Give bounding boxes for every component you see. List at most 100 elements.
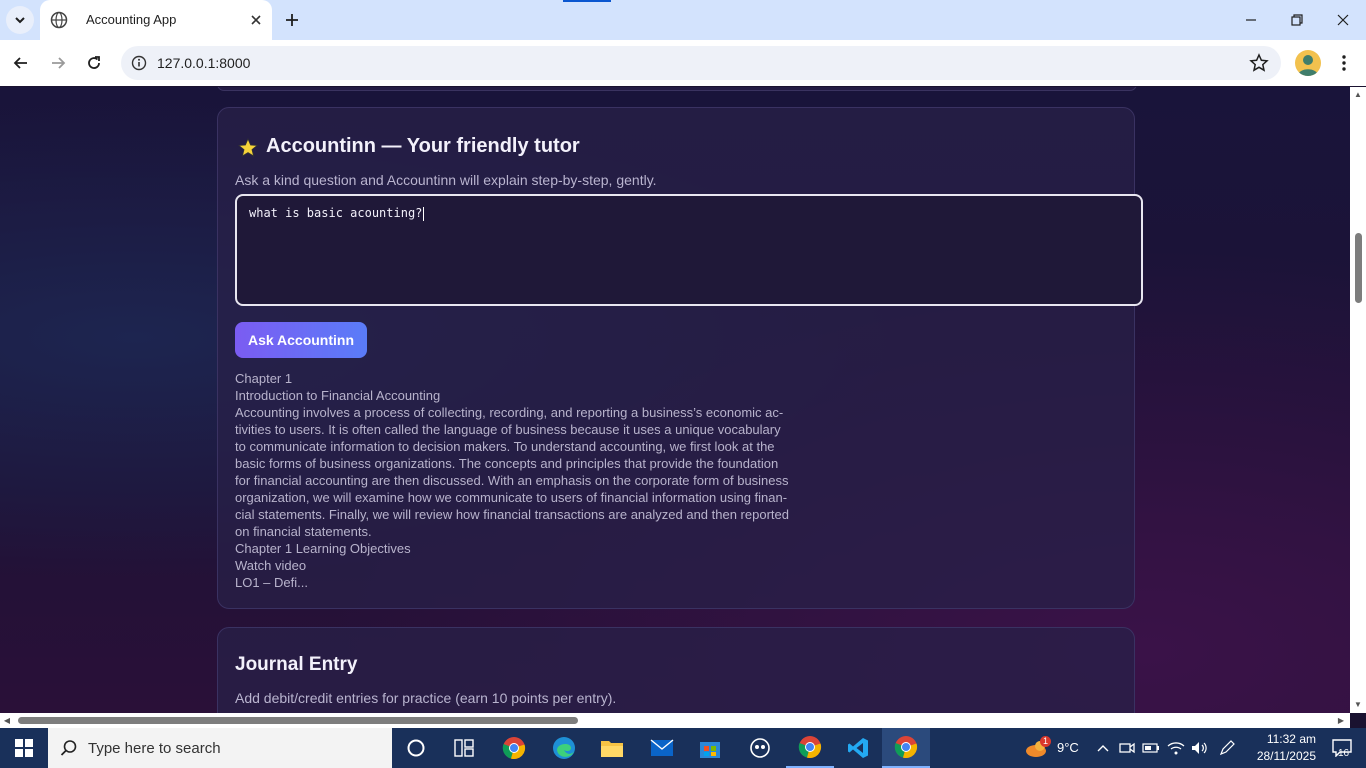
answer-line: Chapter 1 — [235, 371, 293, 386]
wifi-icon — [1167, 742, 1185, 755]
profile-avatar[interactable] — [1295, 50, 1321, 76]
browser-menu-button[interactable] — [1334, 48, 1354, 78]
more-vertical-icon — [1342, 55, 1346, 71]
url-text[interactable]: 127.0.0.1:8000 — [157, 55, 250, 71]
minimize-button[interactable] — [1228, 0, 1274, 40]
weather-badge: 1 — [1040, 736, 1051, 747]
star-icon[interactable] — [1249, 53, 1269, 73]
back-button[interactable] — [6, 48, 36, 78]
weather-widget[interactable] — [1018, 728, 1054, 768]
forward-button[interactable] — [43, 48, 73, 78]
journal-title: Journal Entry — [235, 654, 358, 675]
cortana-button[interactable] — [392, 728, 440, 768]
browser-tab[interactable]: Accounting App — [40, 0, 272, 40]
horizontal-scroll-thumb[interactable] — [18, 717, 578, 724]
search-placeholder: Type here to search — [88, 740, 221, 757]
answer-line: Watch video — [235, 558, 307, 573]
horizontal-scrollbar[interactable]: ◀ ▶ — [0, 713, 1350, 728]
tab-bar: Accounting App — [0, 0, 1366, 40]
chrome-icon — [894, 736, 918, 759]
notifications-button[interactable]: 16 — [1318, 728, 1366, 768]
taskbar-mail[interactable] — [638, 728, 686, 768]
chevron-down-icon — [15, 17, 25, 24]
taskbar-chrome-active[interactable] — [882, 728, 930, 768]
pen-icon — [1219, 740, 1235, 756]
minimize-icon — [1246, 19, 1256, 21]
answer-line: on financial statements. — [235, 524, 372, 539]
address-bar[interactable]: 127.0.0.1:8000 — [121, 46, 1281, 80]
clock-date: 28/11/2025 — [1256, 749, 1316, 763]
answer-line: organization, we will examine how we com… — [235, 490, 788, 505]
plus-icon — [286, 14, 298, 26]
meet-now-button[interactable] — [1116, 728, 1138, 768]
globe-icon — [50, 11, 68, 29]
taskbar-edge[interactable] — [540, 728, 588, 768]
volume-button[interactable] — [1188, 728, 1212, 768]
question-textarea[interactable]: what is basic acounting? — [235, 194, 1143, 306]
taskbar-search-box[interactable]: Type here to search — [48, 728, 392, 768]
answer-line: basic forms of business organizations. T… — [235, 456, 779, 471]
chrome-icon — [798, 736, 822, 759]
scroll-left-arrow-icon[interactable]: ◀ — [2, 715, 12, 725]
close-icon — [251, 15, 261, 25]
search-icon — [60, 740, 77, 756]
close-icon — [1337, 14, 1349, 26]
taskbar-app[interactable] — [736, 728, 784, 768]
taskbar-store[interactable] — [686, 728, 734, 768]
answer-text: Chapter 1 Introduction to Financial Acco… — [235, 370, 795, 591]
scroll-down-arrow-icon[interactable]: ▼ — [1353, 699, 1363, 709]
journal-entry-card: Journal Entry Add debit/credit entries f… — [217, 627, 1135, 713]
question-text: what is basic acounting? — [249, 206, 423, 220]
vscode-icon — [848, 738, 868, 758]
battery-button[interactable] — [1140, 728, 1162, 768]
ask-button[interactable]: Ask Accountinn — [235, 322, 367, 358]
folder-icon — [601, 741, 623, 757]
answer-line: Accounting involves a process of collect… — [235, 405, 784, 420]
answer-line: Introduction to Financial Accounting — [235, 388, 441, 403]
star-icon — [238, 138, 258, 157]
restore-button[interactable] — [1274, 0, 1320, 40]
store-icon — [700, 742, 720, 758]
answer-line: Chapter 1 Learning Objectives — [235, 541, 411, 556]
notification-count: 16 — [1338, 748, 1350, 759]
arrow-right-icon — [52, 57, 66, 69]
show-hidden-icons-button[interactable] — [1092, 728, 1114, 768]
chrome-icon — [502, 737, 526, 760]
windows-taskbar: Type here to search 1 9°C 11:32 am 28/11… — [0, 728, 1366, 768]
start-button[interactable] — [0, 728, 48, 768]
vertical-scrollbar[interactable]: ▲ ▼ — [1350, 87, 1366, 713]
taskbar-chrome[interactable] — [490, 728, 538, 768]
close-tab-button[interactable] — [246, 10, 266, 30]
vertical-scroll-thumb[interactable] — [1355, 233, 1362, 303]
pen-workspace-button[interactable] — [1214, 728, 1240, 768]
cortana-icon — [407, 739, 425, 757]
tutor-title: Accountinn — Your friendly tutor — [266, 135, 580, 157]
taskbar-chrome-profile[interactable] — [786, 728, 834, 768]
tutor-subtitle: Ask a kind question and Accountinn will … — [235, 172, 657, 188]
new-tab-button[interactable] — [280, 8, 304, 32]
tab-title: Accounting App — [86, 12, 177, 27]
text-cursor — [423, 206, 425, 221]
page-viewport: Accountinn — Your friendly tutor Ask a k… — [0, 87, 1350, 713]
drag-indicator — [563, 0, 611, 2]
network-button[interactable] — [1164, 728, 1188, 768]
task-view-button[interactable] — [440, 728, 488, 768]
site-info-icon[interactable] — [129, 53, 149, 73]
previous-card-edge — [217, 87, 1137, 91]
temperature: 9°C — [1057, 740, 1079, 755]
scroll-right-arrow-icon[interactable]: ▶ — [1336, 715, 1346, 725]
mail-icon — [650, 739, 674, 756]
chevron-up-icon — [1097, 745, 1109, 752]
tutor-card: Accountinn — Your friendly tutor Ask a k… — [217, 107, 1143, 609]
taskbar-vscode[interactable] — [834, 728, 882, 768]
volume-icon — [1192, 742, 1207, 754]
reload-button[interactable] — [79, 48, 109, 78]
close-window-button[interactable] — [1320, 0, 1366, 40]
tab-search-button[interactable] — [6, 6, 34, 34]
taskbar-file-explorer[interactable] — [588, 728, 636, 768]
journal-subtitle: Add debit/credit entries for practice (e… — [235, 690, 617, 706]
browser-toolbar: 127.0.0.1:8000 — [0, 40, 1366, 86]
scroll-up-arrow-icon[interactable]: ▲ — [1353, 89, 1363, 99]
answer-line: LO1 – Defi... — [235, 575, 308, 590]
system-clock[interactable]: 11:32 am 28/11/2025 — [1252, 731, 1316, 765]
